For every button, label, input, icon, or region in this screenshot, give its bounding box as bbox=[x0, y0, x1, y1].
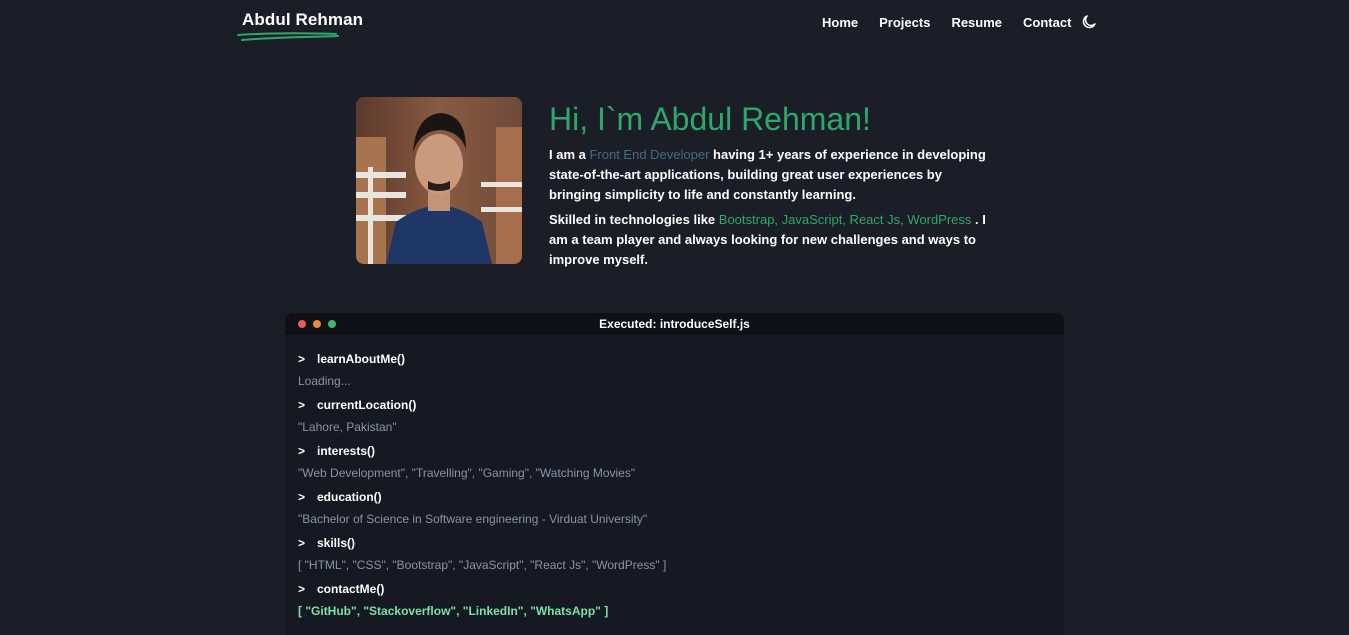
command-output: "Lahore, Pakistan" bbox=[298, 420, 397, 434]
terminal-command: > interests() bbox=[298, 439, 1064, 462]
hero-p2-prefix: Skilled in technologies like bbox=[549, 212, 719, 227]
hero-paragraph-experience: I am a Front End Developer having 1+ yea… bbox=[549, 145, 994, 205]
terminal-command: > skills() bbox=[298, 531, 1064, 554]
chevron-right-icon: > bbox=[298, 489, 306, 504]
command-text: education() bbox=[317, 489, 382, 504]
chevron-right-icon: > bbox=[298, 351, 306, 366]
chevron-right-icon: > bbox=[298, 581, 306, 596]
terminal-command: > currentLocation() bbox=[298, 393, 1064, 416]
logo-underline-scribble bbox=[237, 32, 339, 41]
chevron-right-icon: > bbox=[298, 443, 306, 458]
hero-role: Front End Developer bbox=[589, 147, 710, 162]
command-output: "Web Development", "Travelling", "Gaming… bbox=[298, 466, 636, 480]
terminal-window: Executed: introduceSelf.js > learnAboutMe… bbox=[285, 313, 1064, 635]
command-text: interests() bbox=[317, 443, 376, 458]
terminal-title-bar: Executed: introduceSelf.js bbox=[285, 313, 1064, 335]
chevron-right-icon: > bbox=[298, 397, 306, 412]
nav-link-projects[interactable]: Projects bbox=[879, 15, 930, 30]
command-text: skills() bbox=[317, 535, 356, 550]
hero-intro: Hi, I`m Abdul Rehman! I am a Front End D… bbox=[549, 97, 994, 275]
top-navbar: Abdul Rehman Home Projects Resume Contac… bbox=[0, 0, 1349, 46]
nav-link-home[interactable]: Home bbox=[822, 15, 858, 30]
nav-link-resume[interactable]: Resume bbox=[951, 15, 1002, 30]
command-text: contactMe() bbox=[317, 581, 385, 596]
terminal-command: > contactMe() bbox=[298, 577, 1064, 600]
chevron-right-icon: > bbox=[298, 535, 306, 550]
command-output: Loading... bbox=[298, 374, 351, 388]
profile-photo bbox=[356, 97, 522, 264]
command-text: currentLocation() bbox=[317, 397, 417, 412]
terminal-command: > learnAboutMe() bbox=[298, 347, 1064, 370]
hero-title: Hi, I`m Abdul Rehman! bbox=[549, 101, 871, 137]
contact-links-output[interactable]: [ "GitHub", "Stackoverflow", "LinkedIn",… bbox=[298, 600, 1064, 623]
command-text: learnAboutMe() bbox=[317, 351, 405, 366]
site-logo[interactable]: Abdul Rehman bbox=[242, 10, 363, 30]
terminal-command: > education() bbox=[298, 485, 1064, 508]
hero-tech-list: Bootstrap, JavaScript, React Js, WordPre… bbox=[718, 212, 972, 227]
nav-links: Home Projects Resume Contact bbox=[822, 15, 1092, 30]
command-output: "Bachelor of Science in Software enginee… bbox=[298, 512, 648, 526]
hero-paragraph-skills: Skilled in technologies like Bootstrap, … bbox=[549, 210, 994, 270]
moon-icon[interactable] bbox=[1080, 13, 1098, 31]
command-output: [ "HTML", "CSS", "Bootstrap", "JavaScrip… bbox=[298, 558, 667, 572]
nav-link-contact[interactable]: Contact bbox=[1023, 15, 1071, 30]
terminal-title: Executed: introduceSelf.js bbox=[599, 317, 750, 331]
terminal-body: > learnAboutMe() Loading... > currentLocat… bbox=[285, 335, 1064, 623]
hero-p1-prefix: I am a bbox=[549, 147, 590, 162]
